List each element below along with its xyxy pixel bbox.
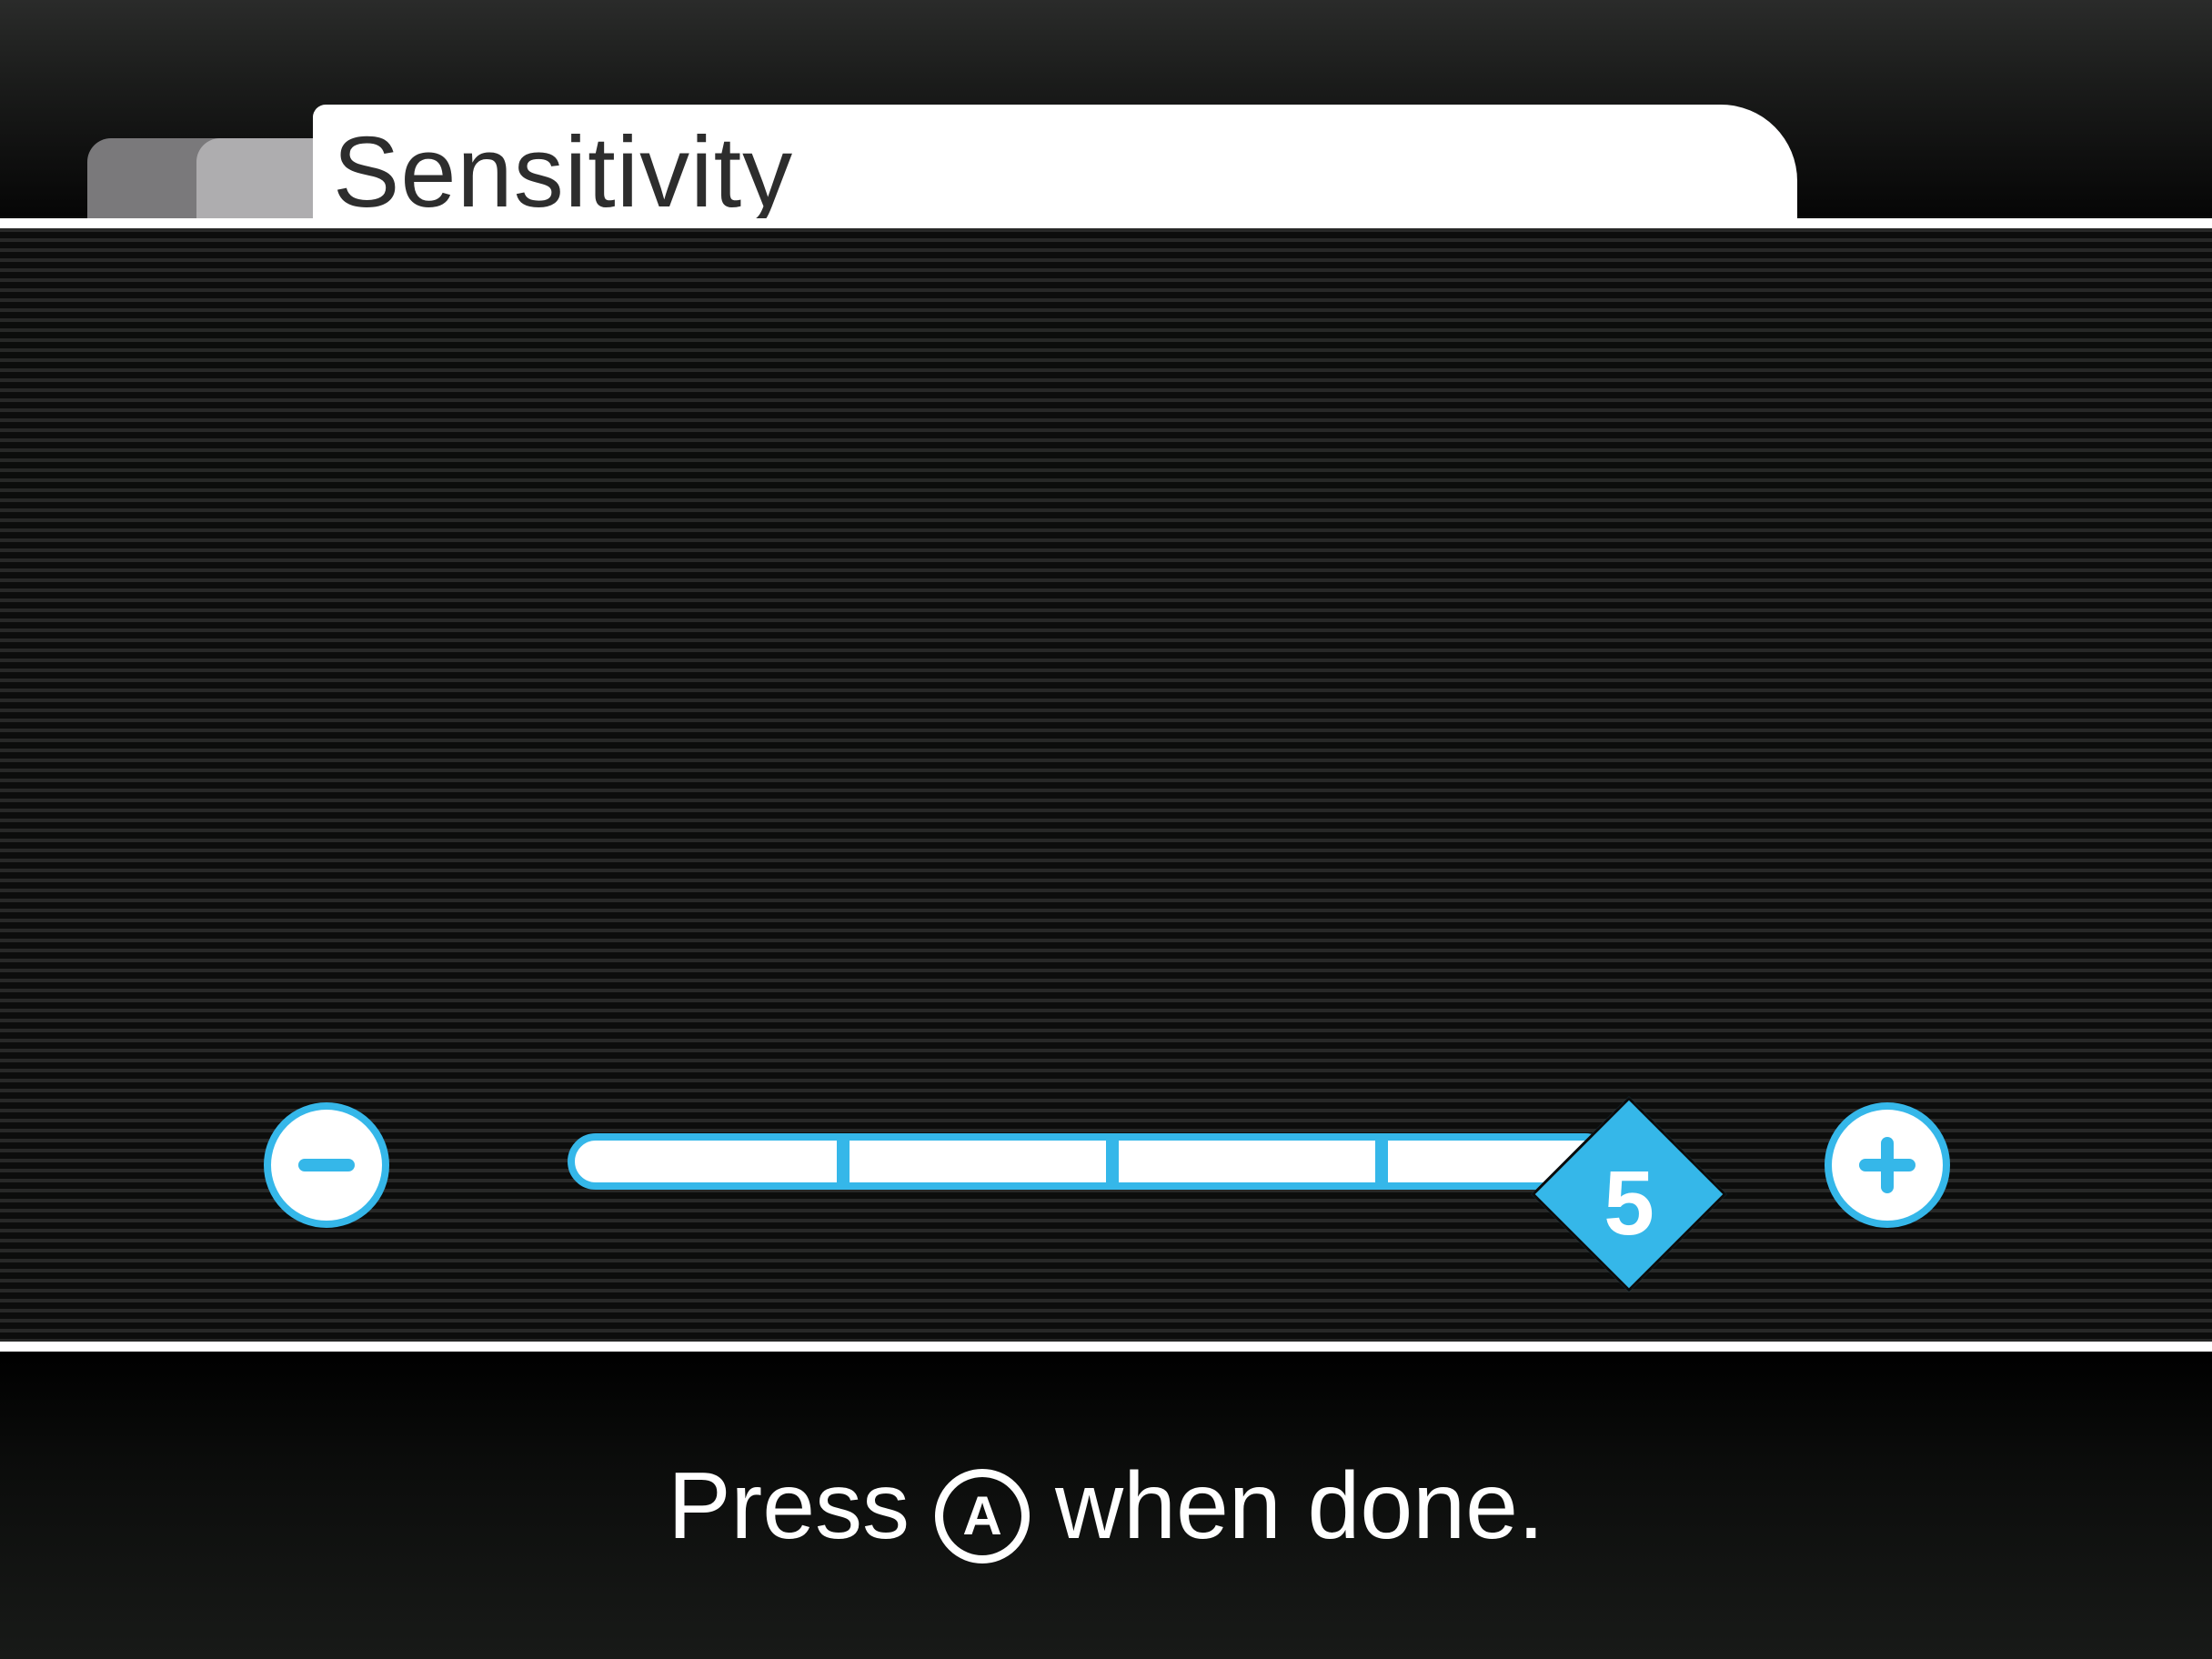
minus-icon [298, 1159, 355, 1171]
increase-button[interactable] [1825, 1102, 1950, 1228]
bottom-divider [0, 1342, 2212, 1352]
tab-title: Sensitivity [333, 116, 794, 228]
footer-hint: Press Awhen done. [0, 1452, 2212, 1563]
screen: Sensitivity 5 Press Awhen done. [0, 0, 2212, 1659]
slider-tick [1375, 1141, 1388, 1182]
a-button-icon: A [935, 1469, 1031, 1563]
slider-thumb[interactable]: 5 [1531, 1096, 1727, 1292]
decrease-button[interactable] [264, 1102, 389, 1228]
slider-tick [1106, 1141, 1119, 1182]
hint-text-before: Press [668, 1453, 910, 1559]
top-divider [0, 218, 2212, 228]
sensitivity-slider-track[interactable] [568, 1133, 1614, 1190]
slider-tick [837, 1141, 850, 1182]
hint-text-after: when done. [1055, 1453, 1544, 1559]
tab-sensitivity[interactable]: Sensitivity [313, 105, 1797, 228]
slider-value: 5 [1604, 1152, 1654, 1254]
